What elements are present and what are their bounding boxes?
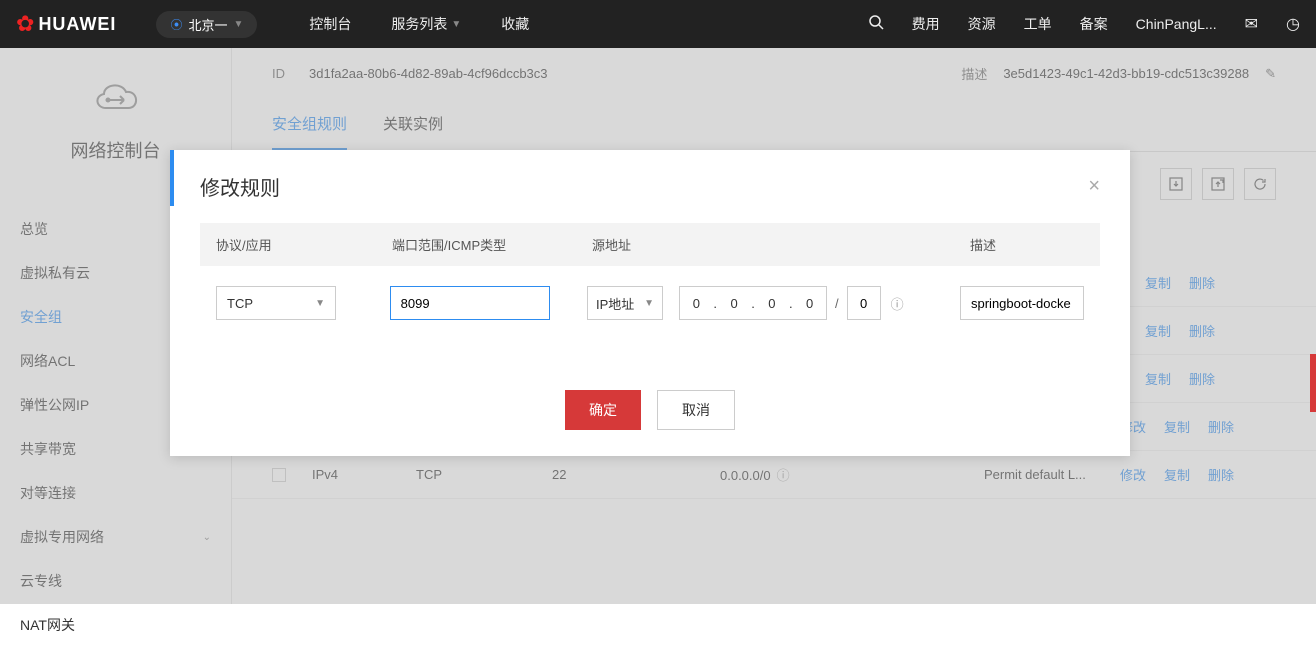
ip-octet: 0 <box>731 296 738 311</box>
ip-octet: 0 <box>768 296 775 311</box>
mail-icon[interactable]: ✉ <box>1245 14 1258 34</box>
region-selector[interactable]: ⦿ 北京一 ▼ <box>156 11 257 38</box>
nav-ticket[interactable]: 工单 <box>1024 14 1052 34</box>
chevron-down-icon: ▼ <box>233 19 243 30</box>
close-icon[interactable]: × <box>1088 175 1100 198</box>
nav-beian[interactable]: 备案 <box>1080 14 1108 34</box>
mh-src: 源地址 <box>592 235 970 254</box>
modal-row: TCP ▼ IP地址 ▼ 0. 0. 0. 0 / <box>200 266 1100 340</box>
protocol-value: TCP <box>227 296 253 311</box>
region-label: 北京一 <box>188 15 227 34</box>
search-icon[interactable] <box>868 14 884 35</box>
clock-icon[interactable]: ◷ <box>1286 14 1300 34</box>
chevron-down-icon: ▼ <box>451 19 461 30</box>
huawei-icon: ✿ <box>16 11 34 37</box>
nav-fee[interactable]: 费用 <box>912 14 940 34</box>
pin-icon: ⦿ <box>170 16 182 33</box>
modal-footer: 确定 取消 <box>170 370 1130 456</box>
right-side-tab[interactable] <box>1310 354 1316 412</box>
brand-text: HUAWEI <box>38 14 116 35</box>
mh-desc: 描述 <box>970 235 1084 254</box>
protocol-select[interactable]: TCP ▼ <box>216 286 336 320</box>
nav-services[interactable]: 服务列表 ▼ <box>391 14 461 34</box>
nav-services-label: 服务列表 <box>391 14 447 34</box>
chevron-down-icon: ▼ <box>315 298 325 309</box>
top-header: ✿ HUAWEI ⦿ 北京一 ▼ 控制台 服务列表 ▼ 收藏 费用 资源 工单 … <box>0 0 1316 48</box>
ip-address-input[interactable]: 0. 0. 0. 0 <box>679 286 827 320</box>
mask-input[interactable] <box>847 286 881 320</box>
modal-body: 协议/应用 端口范围/ICMP类型 源地址 描述 TCP ▼ IP地址 ▼ <box>170 223 1130 370</box>
source-type-select[interactable]: IP地址 ▼ <box>587 286 663 320</box>
modal-title: 修改规则 <box>200 172 280 201</box>
top-right: 费用 资源 工单 备案 ChinPangL... ✉ ◷ <box>868 14 1300 35</box>
ip-octet: 0 <box>693 296 700 311</box>
cancel-button[interactable]: 取消 <box>657 390 735 430</box>
source-type-value: IP地址 <box>596 294 634 313</box>
help-icon[interactable]: ⓘ <box>891 294 904 313</box>
nav-favorites[interactable]: 收藏 <box>501 14 529 34</box>
nav-console[interactable]: 控制台 <box>309 14 351 34</box>
modal-table-header: 协议/应用 端口范围/ICMP类型 源地址 描述 <box>200 223 1100 266</box>
description-input[interactable] <box>960 286 1084 320</box>
mh-proto: 协议/应用 <box>216 235 392 254</box>
nav-links: 控制台 服务列表 ▼ 收藏 <box>309 14 529 34</box>
ip-octet: 0 <box>806 296 813 311</box>
chevron-down-icon: ▼ <box>644 298 654 309</box>
modal-header: 修改规则 × <box>170 150 1130 223</box>
ok-button[interactable]: 确定 <box>565 390 641 430</box>
slash: / <box>835 296 839 311</box>
nav-resource[interactable]: 资源 <box>968 14 996 34</box>
logo[interactable]: ✿ HUAWEI <box>16 11 116 37</box>
sidebar-item-nat[interactable]: NAT网关 <box>0 603 231 647</box>
mh-port: 端口范围/ICMP类型 <box>392 235 592 254</box>
nav-user[interactable]: ChinPangL... <box>1136 16 1217 32</box>
port-input[interactable] <box>390 286 550 320</box>
modal-accent <box>170 150 174 206</box>
modify-rule-dialog: 修改规则 × 协议/应用 端口范围/ICMP类型 源地址 描述 TCP ▼ IP… <box>170 150 1130 456</box>
